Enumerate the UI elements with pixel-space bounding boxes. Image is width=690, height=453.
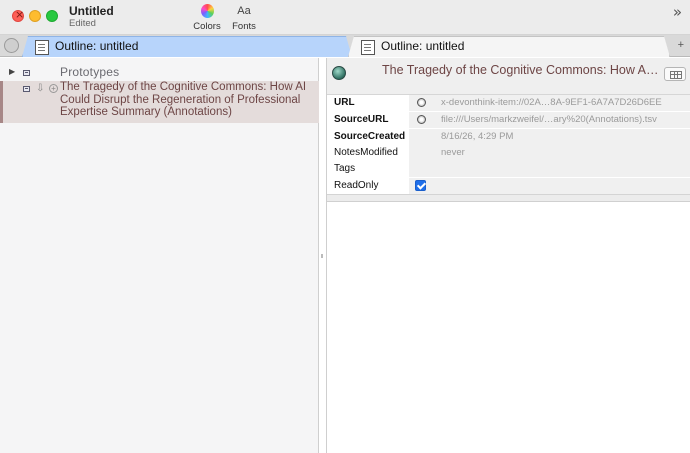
attribute-row-url: URL x-devonthink-item://02A…8A-9EF1-6A7A… [327, 95, 690, 111]
note-header: The Tragedy of the Cognitive Commons: Ho… [327, 58, 690, 95]
tab-bar-circle-button[interactable] [4, 38, 19, 53]
tab-label: Outline: untitled [381, 39, 465, 53]
key-attributes-table: URL x-devonthink-item://02A…8A-9EF1-6A7A… [327, 95, 690, 195]
attribute-value[interactable]: file:///Users/markzweifel/…ary%20(Annota… [441, 114, 657, 125]
attribute-row-readonly: ReadOnly [327, 178, 690, 194]
fonts-button[interactable]: Aa Fonts [224, 4, 264, 32]
fonts-icon: Aa [237, 5, 251, 17]
attribute-row-tags: Tags [327, 161, 690, 177]
outline-document-icon [35, 40, 49, 55]
attributes-footer-divider[interactable] [327, 195, 690, 202]
tab-label: Outline: untitled [55, 39, 139, 53]
note-title: The Tragedy of the Cognitive Commons: Ho… [60, 81, 307, 118]
down-arrow-icon: ⇩ [36, 83, 45, 94]
window-title: Untitled [69, 4, 114, 18]
attribute-key: URL [334, 97, 355, 108]
readonly-checkbox[interactable] [415, 180, 426, 191]
colors-label: Colors [193, 21, 221, 32]
attribute-row-sourceurl: SourceURL file:///Users/markzweifel/…ary… [327, 112, 690, 128]
zoom-window-button[interactable] [46, 10, 58, 22]
attribute-key: SourceURL [334, 114, 389, 125]
attribute-value[interactable]: 8/16/26, 4:29 PM [441, 131, 513, 142]
attribute-row-notesmodified: NotesModified never [327, 145, 690, 161]
add-child-icon[interactable]: + [49, 84, 58, 93]
disclosure-triangle-icon[interactable]: ▶ [9, 67, 15, 76]
attribute-key: ReadOnly [334, 180, 379, 191]
new-tab-button[interactable]: + [678, 39, 684, 51]
attribute-key: SourceCreated [334, 131, 406, 142]
note-pane: The Tragedy of the Cognitive Commons: Ho… [326, 58, 690, 453]
prototypes-label: Prototypes [60, 65, 120, 79]
attribute-value[interactable]: x-devonthink-item://02A…8A-9EF1-6A7A7D26… [441, 97, 662, 108]
tab-outline-left[interactable]: Outline: untitled [22, 36, 352, 57]
attribute-key: Tags [334, 163, 356, 174]
tab-outline-right[interactable]: Outline: untitled [348, 36, 670, 57]
note-icon [23, 86, 30, 92]
attribute-value-cell [409, 178, 690, 194]
outline-row-prototypes[interactable]: ▶ Prototypes [0, 64, 319, 80]
attribute-row-sourcecreated: SourceCreated 8/16/26, 4:29 PM [327, 129, 690, 145]
globe-icon[interactable] [417, 115, 426, 124]
outline-document-icon [361, 40, 375, 55]
toolbar-overflow-icon[interactable]: » [673, 3, 682, 21]
attribute-value-cell[interactable] [409, 161, 690, 177]
window-subtitle: Edited [69, 18, 96, 29]
tab-bar: Outline: untitled Outline: untitled + [0, 35, 690, 57]
close-window-button[interactable] [12, 8, 24, 22]
note-badge-icon[interactable] [332, 66, 346, 80]
attribute-key: NotesModified [334, 147, 398, 158]
colors-button[interactable]: Colors [187, 4, 227, 32]
globe-icon[interactable] [417, 98, 426, 107]
pane-splitter-handle[interactable] [319, 254, 325, 258]
title-bar: Untitled Edited Colors Aa Fonts » [0, 0, 690, 35]
fonts-label: Fonts [232, 21, 256, 32]
outline-row-note[interactable]: ⇩ + The Tragedy of the Cognitive Commons… [0, 81, 319, 123]
color-wheel-icon [200, 4, 214, 18]
note-text-editor[interactable] [327, 203, 690, 453]
container-note-icon [23, 70, 30, 76]
attribute-value[interactable]: never [441, 147, 465, 158]
note-header-title[interactable]: The Tragedy of the Cognitive Commons: Ho… [382, 63, 660, 77]
attribute-grid-button[interactable] [664, 67, 686, 81]
minimize-window-button[interactable] [29, 10, 41, 22]
outline-pane: ▶ Prototypes ⇩ + The Tragedy of the Cogn… [0, 58, 319, 453]
